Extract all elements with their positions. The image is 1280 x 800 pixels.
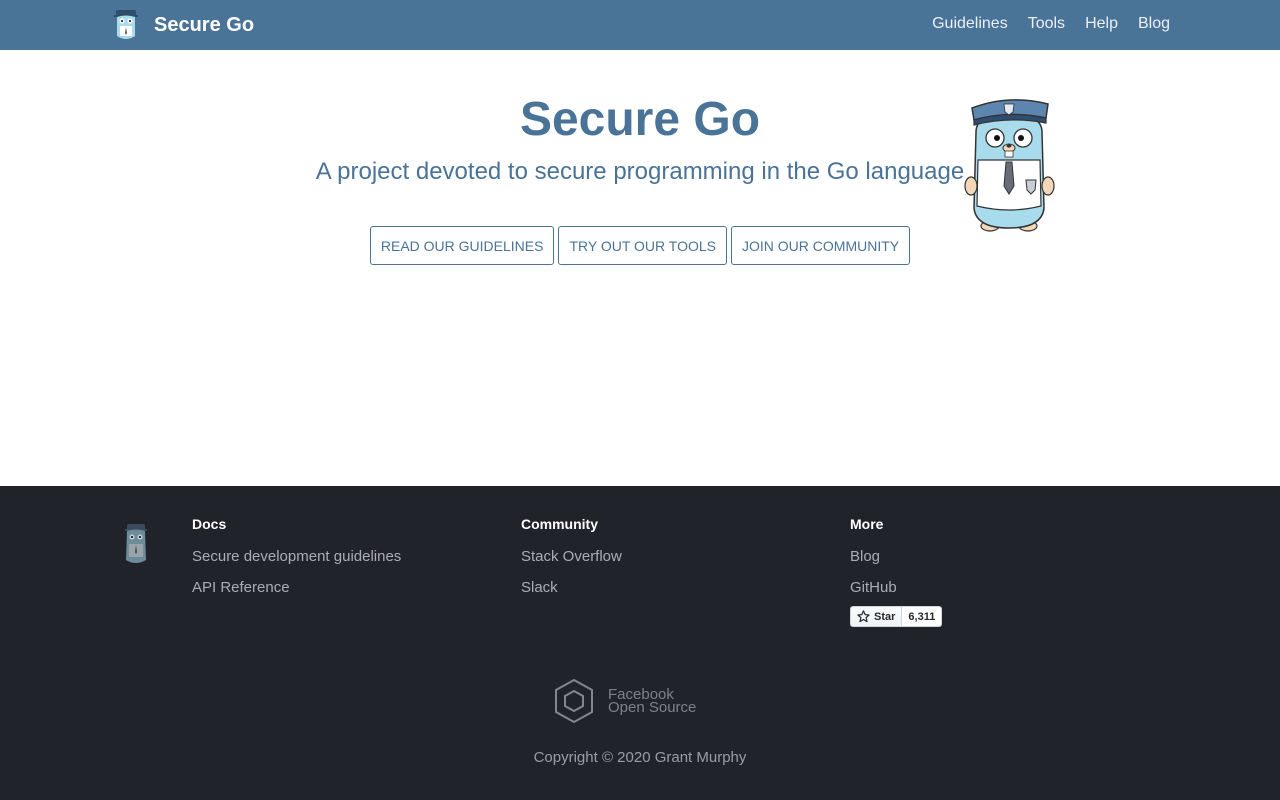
read-guidelines-button[interactable]: READ OUR GUIDELINES <box>369 226 555 265</box>
facebook-os-line2: Open Source <box>608 699 697 716</box>
footer-link-github[interactable]: GitHub <box>850 579 897 596</box>
nav-link-help[interactable]: Help <box>1085 15 1118 33</box>
site-footer: Docs Secure development guidelines API R… <box>0 486 1280 800</box>
hero-title: Secure Go <box>519 93 761 146</box>
footer-link-stack-overflow[interactable]: Stack Overflow <box>521 548 622 565</box>
nav-link-blog[interactable]: Blog <box>1138 15 1170 33</box>
gopher-police-mascot-icon <box>964 99 1055 232</box>
github-star-label-box: Star <box>850 606 903 627</box>
facebook-open-source-logo-icon <box>555 678 593 724</box>
footer-more-heading: More <box>850 516 884 532</box>
github-star-label: Star <box>874 610 896 623</box>
footer-docs-heading: Docs <box>192 516 227 532</box>
github-star-count[interactable]: 6,311 <box>902 606 943 627</box>
nav-brand-link[interactable]: Secure Go <box>112 8 254 42</box>
nav-link-tools[interactable]: Tools <box>1028 15 1065 33</box>
footer-more-column: More Blog GitHub <box>850 516 897 610</box>
gopher-logo-icon <box>114 10 138 39</box>
facebook-open-source-wordmark: Facebook Open Source <box>608 687 697 716</box>
footer-community-column: Community Stack Overflow Slack <box>521 516 622 610</box>
footer-link-blog[interactable]: Blog <box>850 548 897 565</box>
footer-docs-column: Docs Secure development guidelines API R… <box>192 516 401 610</box>
join-community-button[interactable]: JOIN OUR COMMUNITY <box>731 226 911 265</box>
top-navbar: Secure Go Guidelines Tools Help Blog <box>0 0 1280 50</box>
github-star-button[interactable]: Star 6,311 <box>850 606 943 627</box>
facebook-open-source-link[interactable]: Facebook Open Source <box>554 678 696 724</box>
nav-links: Guidelines Tools Help Blog <box>912 0 1170 48</box>
footer-gopher-logo-icon[interactable] <box>121 522 151 566</box>
star-icon <box>857 610 870 623</box>
footer-link-api-reference[interactable]: API Reference <box>192 579 401 596</box>
try-tools-button[interactable]: TRY OUT OUR TOOLS <box>558 226 727 265</box>
copyright-text: Copyright © 2020 Grant Murphy <box>533 749 747 766</box>
hero-subtitle: A project devoted to secure programming … <box>315 158 965 185</box>
footer-community-heading: Community <box>521 516 598 532</box>
nav-link-guidelines[interactable]: Guidelines <box>932 15 1008 33</box>
footer-link-slack[interactable]: Slack <box>521 579 622 596</box>
hero-button-row: READ OUR GUIDELINES TRY OUT OUR TOOLS JO… <box>0 226 1280 265</box>
nav-brand-title: Secure Go <box>154 13 255 36</box>
footer-link-secure-dev-guidelines[interactable]: Secure development guidelines <box>192 548 401 565</box>
